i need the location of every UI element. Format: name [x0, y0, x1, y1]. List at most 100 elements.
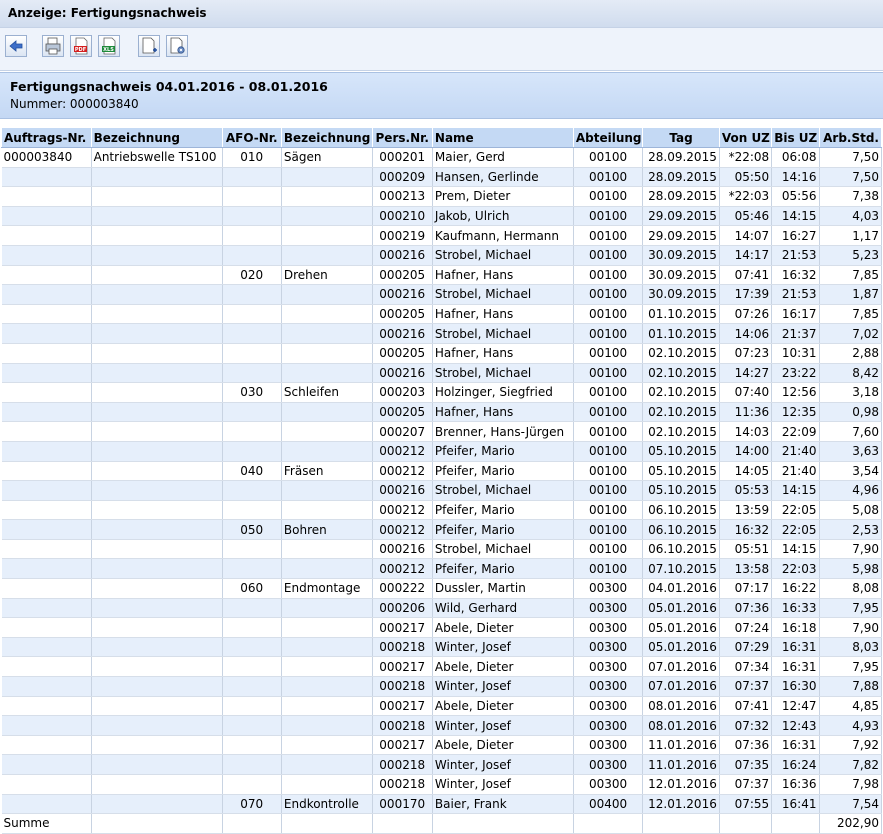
- cell-name: Baier, Frank: [432, 794, 574, 815]
- cell-pers-no: 000201: [372, 147, 433, 168]
- pdf-export-button[interactable]: PDF: [70, 35, 92, 57]
- cell-day: 05.01.2016: [642, 598, 720, 619]
- cell-work-hours: 4,03: [819, 206, 882, 227]
- table-header-row: Auftrags-Nr. Bezeichnung AFO-Nr. Bezeich…: [1, 127, 882, 148]
- cell-description: [91, 225, 223, 246]
- cell-description: [91, 441, 223, 462]
- table-row[interactable]: 000216 Strobel, Michael 00100 05.10.2015 05:…: [1, 480, 882, 501]
- new-document-button[interactable]: [138, 35, 160, 57]
- cell-pers-no: 000217: [372, 656, 433, 678]
- table-row[interactable]: 000216 Strobel, Michael 00100 01.10.2015 14:…: [1, 323, 882, 344]
- col-header-afo-no[interactable]: AFO-Nr.: [221, 127, 282, 148]
- table-row[interactable]: 000217 Abele, Dieter 00300 11.01.2016 07:36 1…: [1, 735, 882, 756]
- col-header-department[interactable]: Abteilung: [572, 127, 644, 148]
- cell-day: 06.10.2015: [642, 519, 720, 540]
- cell-pers-no: 000218: [372, 715, 433, 736]
- table-row[interactable]: 070 Endkontrolle 000170 Baier, Frank 00400 12…: [1, 794, 882, 815]
- table-row[interactable]: 000207 Brenner, Hans-Jürgen 00100 02.10.201…: [1, 421, 882, 442]
- col-header-pers-no[interactable]: Pers.Nr.: [371, 127, 433, 148]
- cell-department: 00400: [573, 794, 644, 815]
- cell-pers-no: 000210: [372, 206, 433, 227]
- cell-department: 00300: [573, 598, 644, 619]
- table-row[interactable]: 000206 Wild, Gerhard 00300 05.01.2016 07:36 1…: [1, 598, 882, 619]
- table-row[interactable]: 000216 Strobel, Michael 00100 06.10.2015 05:…: [1, 539, 882, 560]
- cell-description: [91, 598, 223, 619]
- cell-department: 00100: [573, 323, 644, 344]
- table-row[interactable]: 000205 Hafner, Hans 00100 02.10.2015 11:36 12…: [1, 402, 882, 423]
- table-row[interactable]: 000218 Winter, Josef 00300 05.01.2016 07:29 1…: [1, 637, 882, 658]
- cell-description: [91, 617, 223, 638]
- cell-day: 28.09.2015: [642, 167, 720, 188]
- table-row[interactable]: 000210 Jakob, Ulrich 00100 29.09.2015 05:46 1…: [1, 206, 882, 227]
- col-header-work-hours[interactable]: Arb.Std.: [818, 127, 882, 148]
- cell-order-no: [1, 421, 92, 442]
- table-row[interactable]: 000216 Strobel, Michael 00100 30.09.2015 14:…: [1, 245, 882, 266]
- cell-work-hours: 7,90: [819, 539, 882, 560]
- cell-afo-no: 050: [222, 519, 282, 540]
- col-header-order-no[interactable]: Auftrags-Nr.: [1, 127, 92, 148]
- cell-from-time: 14:27: [719, 363, 773, 384]
- col-header-day[interactable]: Tag: [642, 127, 720, 148]
- table-row[interactable]: 000003840 Antriebswelle TS100 010 Sägen 0002…: [1, 147, 882, 168]
- cell-from-time: 07:35: [719, 754, 773, 775]
- cell-department: 00100: [573, 265, 644, 286]
- table-row[interactable]: 000216 Strobel, Michael 00100 30.09.2015 17:…: [1, 284, 882, 305]
- col-header-description[interactable]: Bezeichnung: [90, 127, 223, 148]
- cell-description: [91, 578, 223, 599]
- table-row[interactable]: 020 Drehen 000205 Hafner, Hans 00100 30.09.20…: [1, 265, 882, 286]
- cell-pers-no: 000218: [372, 754, 433, 775]
- cell-from-time: 16:32: [719, 519, 773, 540]
- table-row[interactable]: 060 Endmontage 000222 Dussler, Martin 00300 0…: [1, 578, 882, 599]
- table-row[interactable]: 000209 Hansen, Gerlinde 00100 28.09.2015 05:…: [1, 167, 882, 188]
- table-row[interactable]: 050 Bohren 000212 Pfeifer, Mario 00100 06.10.…: [1, 519, 882, 540]
- cell-to-time: 16:24: [771, 754, 820, 775]
- table-row[interactable]: 040 Fräsen 000212 Pfeifer, Mario 00100 05.10.…: [1, 461, 882, 482]
- cell-pers-no: 000203: [372, 382, 433, 403]
- xls-export-button[interactable]: XLS: [98, 35, 120, 57]
- cell-afo-no: [222, 343, 282, 364]
- col-header-operation[interactable]: Bezeichnung: [280, 127, 373, 148]
- cell-work-hours: 7,60: [819, 421, 882, 442]
- cell-to-time: 16:22: [771, 578, 820, 599]
- table-row[interactable]: 000213 Prem, Dieter 00100 28.09.2015 *22:03 0…: [1, 186, 882, 207]
- table-row[interactable]: 000212 Pfeifer, Mario 00100 05.10.2015 14:00…: [1, 441, 882, 462]
- back-button[interactable]: [5, 35, 27, 57]
- cell-name: Abele, Dieter: [432, 656, 574, 678]
- cell-afo-no: [222, 480, 282, 501]
- cell-department: 00300: [573, 578, 644, 599]
- table-row[interactable]: 000217 Abele, Dieter 00300 08.01.2016 07:41 1…: [1, 696, 882, 717]
- table-row[interactable]: 000217 Abele, Dieter 00300 05.01.2016 07:24 1…: [1, 617, 882, 638]
- col-header-from-time[interactable]: Von UZ: [718, 127, 773, 148]
- table-row[interactable]: 000219 Kaufmann, Hermann 00100 29.09.2015 14…: [1, 225, 882, 246]
- cell-afo-no: [222, 598, 282, 619]
- cell-afo-no: [222, 676, 282, 697]
- cell-to-time: 16:30: [771, 676, 820, 697]
- table-row[interactable]: 000218 Winter, Josef 00300 11.01.2016 07:35 1…: [1, 754, 882, 775]
- cell-pers-no: 000216: [372, 284, 433, 305]
- cell-department: 00100: [573, 441, 644, 462]
- table-row[interactable]: 030 Schleifen 000203 Holzinger, Siegfried 00…: [1, 382, 882, 403]
- cell-description: [91, 461, 223, 482]
- cell-day: 12.01.2016: [642, 794, 720, 815]
- table-row[interactable]: 000217 Abele, Dieter 00300 07.01.2016 07:34 1…: [1, 656, 882, 678]
- cell-operation: [281, 735, 373, 756]
- print-button[interactable]: [42, 35, 64, 57]
- table-row[interactable]: 000212 Pfeifer, Mario 00100 07.10.2015 13:58…: [1, 558, 882, 580]
- cell-to-time: 14:16: [771, 167, 820, 188]
- col-header-to-time[interactable]: Bis UZ: [771, 127, 820, 148]
- document-settings-button[interactable]: [166, 35, 188, 57]
- cell-pers-no: 000217: [372, 735, 433, 756]
- table-row[interactable]: 000218 Winter, Josef 00300 07.01.2016 07:37 1…: [1, 676, 882, 697]
- cell-operation: [281, 539, 373, 560]
- cell-description: [91, 794, 223, 815]
- table-row[interactable]: 000218 Winter, Josef 00300 08.01.2016 07:32 1…: [1, 715, 882, 736]
- cell-description: [91, 539, 223, 560]
- cell-operation: Fräsen: [281, 461, 373, 482]
- col-header-name[interactable]: Name: [431, 127, 574, 148]
- cell-day: 28.09.2015: [642, 147, 720, 168]
- table-row[interactable]: 000212 Pfeifer, Mario 00100 06.10.2015 13:59…: [1, 500, 882, 521]
- table-row[interactable]: 000218 Winter, Josef 00300 12.01.2016 07:37 1…: [1, 774, 882, 795]
- table-row[interactable]: 000205 Hafner, Hans 00100 02.10.2015 07:23 10…: [1, 343, 882, 364]
- table-row[interactable]: 000205 Hafner, Hans 00100 01.10.2015 07:26 16…: [1, 304, 882, 325]
- table-row[interactable]: 000216 Strobel, Michael 00100 02.10.2015 14:…: [1, 363, 882, 384]
